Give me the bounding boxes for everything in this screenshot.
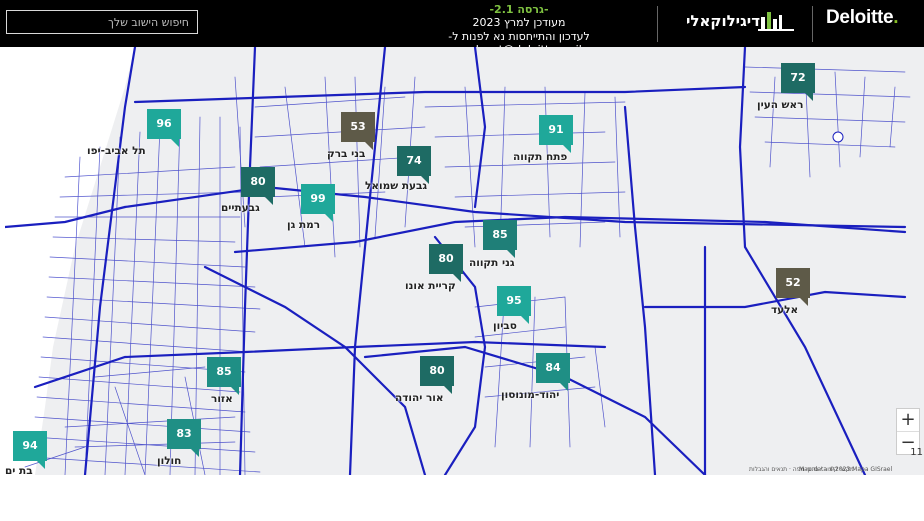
- updated-label: מעודכן למרץ 2023: [472, 16, 566, 29]
- header-bar: -גרסה 2.1- מעודכן למרץ 2023 לעדכון והתיי…: [0, 0, 924, 56]
- city-score-marker[interactable]: 95: [497, 286, 531, 324]
- city-label: אור יהודה: [395, 392, 444, 404]
- zoom-in-button[interactable]: +: [897, 409, 919, 431]
- header-divider: [812, 6, 813, 42]
- map-terms-link[interactable]: מקשי קיצור · נתוני מפה · תנאים והגבלות: [749, 466, 854, 473]
- city-score-marker[interactable]: 83: [167, 419, 201, 457]
- city-score-marker[interactable]: 80: [429, 244, 463, 282]
- city-label: אלעד: [771, 304, 799, 316]
- city-score-marker[interactable]: 94: [13, 431, 47, 469]
- city-score-marker[interactable]: 84: [536, 353, 570, 391]
- city-score-marker[interactable]: 53: [341, 112, 375, 150]
- city-score-marker[interactable]: 91: [539, 115, 573, 153]
- city-label: בני ברק: [327, 148, 366, 160]
- city-score-marker[interactable]: 72: [781, 63, 815, 101]
- city-label: גבעתיים: [221, 202, 260, 214]
- city-label: קריית אונו: [405, 280, 456, 292]
- city-label: חולון: [157, 455, 182, 467]
- city-score-marker[interactable]: 85: [207, 357, 241, 395]
- page-indicator: 11: [910, 447, 923, 458]
- skyline-icon: [758, 12, 794, 31]
- city-score-marker[interactable]: 80: [241, 167, 275, 205]
- city-label: תל אביב-יפו: [87, 145, 146, 157]
- sea-area: [5, 47, 135, 475]
- city-label: רמת גן: [287, 219, 321, 231]
- header-divider: [657, 6, 658, 42]
- city-label: גבעת שמואל: [365, 180, 428, 192]
- city-score-marker[interactable]: 96: [147, 109, 181, 147]
- city-label: אזור: [211, 393, 233, 405]
- city-score-marker[interactable]: 85: [483, 220, 517, 258]
- map-canvas[interactable]: 96 53 91 72 74 80 99 85 80 95 52 85 80 8…: [5, 47, 924, 475]
- deloitte-dot: .: [893, 7, 899, 28]
- city-label: פתח תקווה: [513, 151, 568, 163]
- deloitte-text: Deloitte: [826, 7, 894, 28]
- deloitte-logo: Deloitte.: [826, 7, 899, 29]
- version-label: -גרסה 2.1-: [489, 3, 549, 16]
- city-label: גני תקווה: [469, 257, 515, 269]
- digilocal-text: דיגילוקאלי: [686, 12, 761, 30]
- city-label: יהוד-מונוסון: [501, 389, 560, 401]
- lake-icon: [832, 131, 844, 143]
- city-score-marker[interactable]: 80: [420, 356, 454, 394]
- city-label: בת ים: [5, 465, 33, 475]
- city-label: סביון: [493, 320, 517, 332]
- city-label: ראש העין: [757, 99, 804, 111]
- search-input[interactable]: [6, 10, 198, 34]
- road-network: [5, 47, 911, 475]
- city-score-marker[interactable]: 52: [776, 268, 810, 306]
- digilocal-logo: דיגילוקאלי: [686, 9, 796, 33]
- city-score-marker[interactable]: 74: [397, 146, 431, 184]
- city-score-marker[interactable]: 99: [301, 184, 335, 222]
